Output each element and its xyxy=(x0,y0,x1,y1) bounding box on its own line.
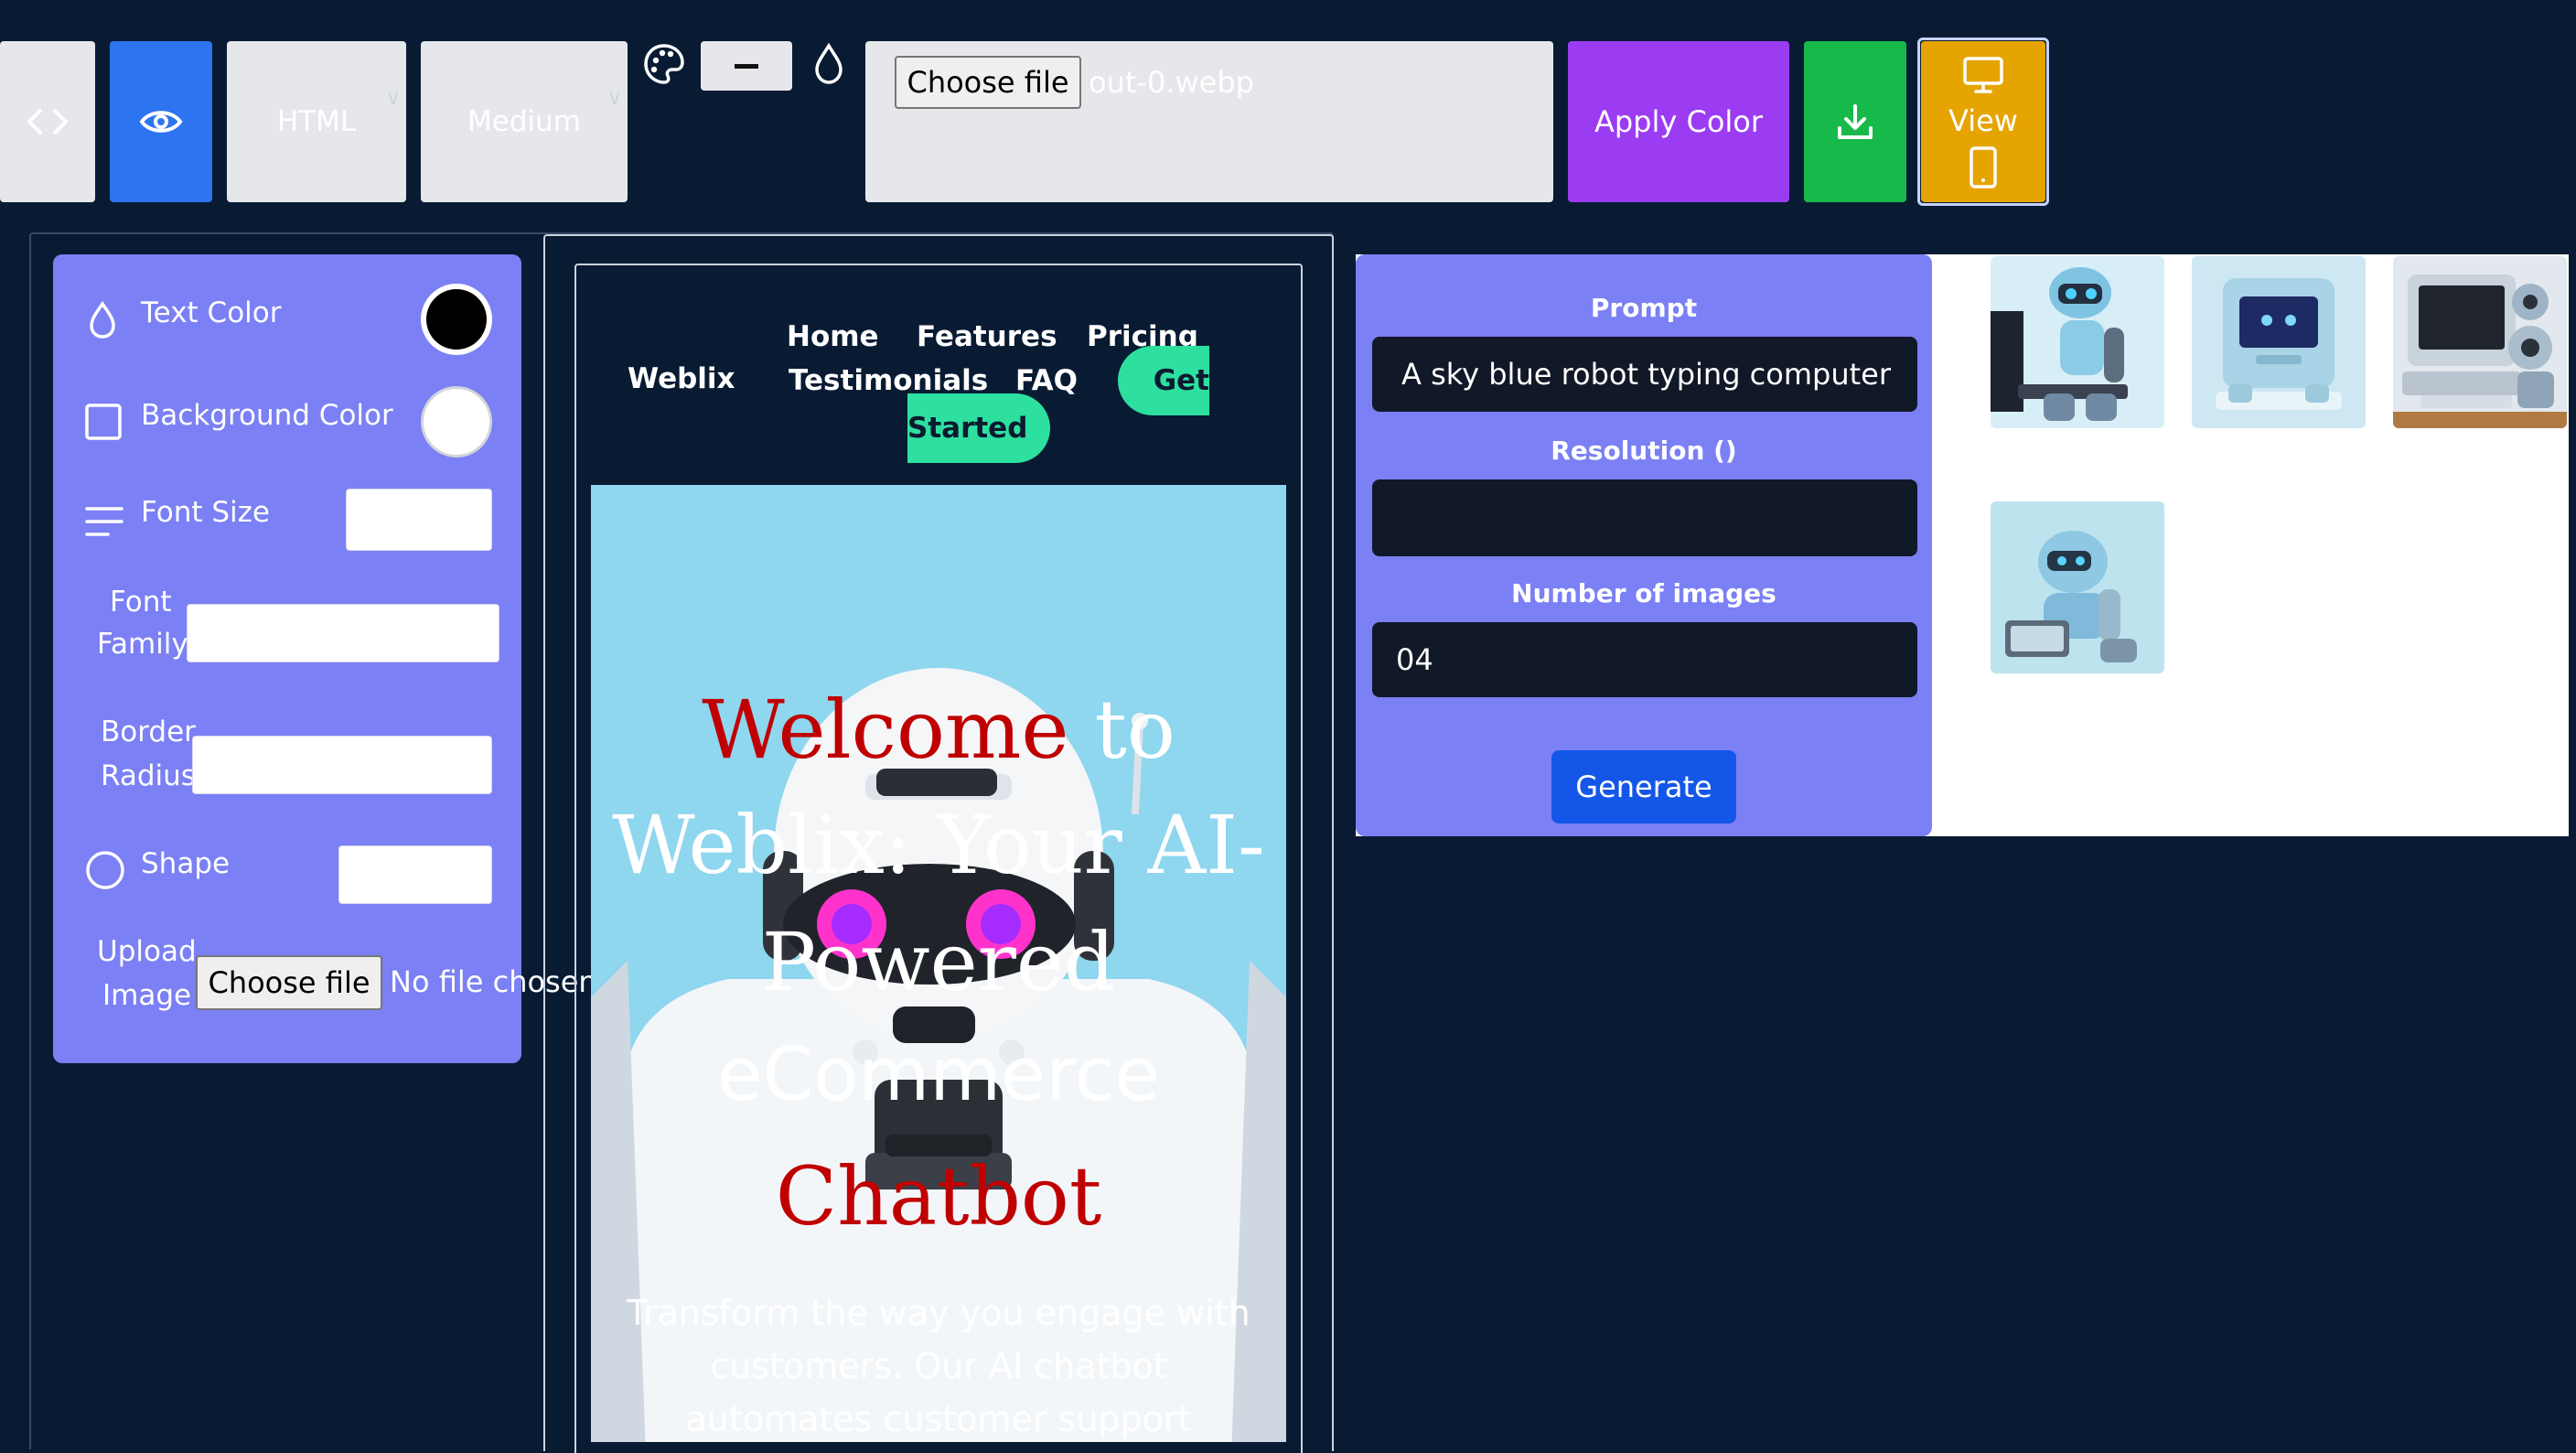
choose-file-button[interactable]: Choose file xyxy=(895,56,1081,109)
chevron-down-icon: ∨ xyxy=(385,87,401,110)
font-size-input[interactable] xyxy=(346,489,492,551)
upload-image-label-line1: Upload xyxy=(97,935,197,968)
image-generator-form: Prompt A sky blue robot typing computer … xyxy=(1356,254,1932,836)
font-family-label-line1: Font xyxy=(110,586,172,619)
prompt-label: Prompt xyxy=(1590,293,1698,323)
background-color-label: Background Color xyxy=(141,399,393,432)
generated-image-3[interactable] xyxy=(2393,256,2567,428)
language-select-value: HTML xyxy=(276,105,357,138)
upload-image-choose-file-button[interactable]: Choose file xyxy=(196,955,382,1010)
text-color-label: Text Color xyxy=(141,296,282,329)
monitor-icon xyxy=(1963,57,2003,93)
border-radius-label-line2: Radius xyxy=(101,759,196,792)
palette-icon[interactable] xyxy=(642,42,686,86)
download-icon xyxy=(1838,104,1873,139)
generated-image-2[interactable] xyxy=(2192,256,2366,428)
language-select[interactable]: HTML ∨ xyxy=(227,41,406,202)
view-button-label: View xyxy=(1948,103,2018,138)
minus-icon xyxy=(735,63,758,69)
border-radius-input[interactable] xyxy=(192,736,492,794)
code-view-button[interactable] xyxy=(0,41,95,202)
hero-subtitle: Transform the way you engage with custom… xyxy=(627,1293,1250,1439)
text-color-swatch[interactable] xyxy=(421,284,492,355)
shape-label: Shape xyxy=(141,847,231,880)
generated-image-4[interactable] xyxy=(1991,501,2164,673)
size-select-value: Medium xyxy=(467,105,581,138)
cta-button-label-line2: Started xyxy=(907,412,1028,445)
size-select[interactable]: Medium ∨ xyxy=(421,41,628,202)
droplet-icon xyxy=(90,300,115,339)
resolution-label: Resolution () xyxy=(1551,436,1737,466)
color-swatch-button[interactable] xyxy=(701,41,792,91)
prompt-input[interactable]: A sky blue robot typing computer xyxy=(1372,337,1917,412)
font-size-label: Font Size xyxy=(141,496,270,529)
generated-image-1[interactable] xyxy=(1991,256,2164,428)
preview-toggle-button[interactable] xyxy=(110,41,212,202)
background-color-swatch[interactable] xyxy=(421,386,492,457)
droplet-icon[interactable] xyxy=(812,42,845,86)
hero-title-line5: Chatbot xyxy=(775,1149,1102,1243)
chosen-filename: out-0.webp xyxy=(1089,65,1254,100)
hero-title-line3: Powered xyxy=(761,915,1116,1009)
code-icon xyxy=(27,109,68,135)
upload-image-label-line2: Image xyxy=(102,979,192,1012)
nav-link-features[interactable]: Features xyxy=(917,320,1057,353)
download-button[interactable] xyxy=(1804,41,1906,202)
shape-input[interactable] xyxy=(338,845,492,904)
number-of-images-input[interactable]: 04 xyxy=(1372,622,1917,697)
nav-link-testimonials[interactable]: Testimonials xyxy=(789,364,988,397)
chevron-down-icon: ∨ xyxy=(606,87,622,110)
eye-icon xyxy=(139,111,183,133)
resolution-input[interactable] xyxy=(1372,479,1917,556)
circle-icon xyxy=(86,851,124,889)
hero-title-line1: Welcome to xyxy=(702,683,1175,777)
hero-title-line4: eCommerce xyxy=(717,1032,1160,1117)
properties-panel: Text Color Background Color Font Size Fo… xyxy=(53,254,521,1063)
preview-page: Weblix Home Features Pricing Testimonial… xyxy=(591,280,1286,1442)
phone-icon xyxy=(1970,146,1997,188)
apply-color-button[interactable]: Apply Color xyxy=(1568,41,1789,202)
number-of-images-label: Number of images xyxy=(1511,578,1776,608)
nav-link-home[interactable]: Home xyxy=(787,320,879,353)
brand-logo[interactable]: Weblix xyxy=(628,362,735,395)
cta-button-part1[interactable]: Get xyxy=(1118,346,1209,415)
square-icon xyxy=(85,404,122,440)
generate-button[interactable]: Generate xyxy=(1551,750,1736,823)
cta-button-label-line1: Get xyxy=(1153,364,1209,397)
nav-link-faq[interactable]: FAQ xyxy=(1015,364,1078,397)
border-radius-label-line1: Border xyxy=(101,716,196,748)
font-family-input[interactable] xyxy=(187,604,499,662)
cta-button-part2[interactable]: Started xyxy=(907,393,1050,463)
background-image-file-input[interactable]: Choose file out-0.webp xyxy=(865,41,1553,202)
hero-title-line2: Weblix: Your AI- xyxy=(612,798,1265,892)
align-left-icon xyxy=(85,507,123,536)
view-button[interactable]: View xyxy=(1921,41,2045,202)
font-family-label-line2: Family xyxy=(97,628,188,661)
